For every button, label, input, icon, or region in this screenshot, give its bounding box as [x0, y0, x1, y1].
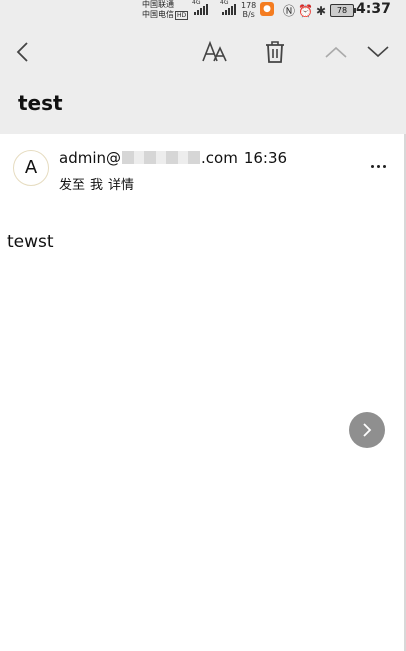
sender-header: A admin@ .com 16:36 发至我详情 [0, 134, 406, 202]
chevron-down-icon [367, 46, 389, 58]
nfc-icon: Ⓝ [283, 4, 299, 18]
carrier-2: 中国电信 [142, 10, 174, 19]
email-subject: test [18, 91, 63, 115]
toolbar [0, 22, 406, 84]
redacted-domain [122, 151, 200, 164]
trash-icon [266, 41, 284, 63]
email-body: tewst [7, 232, 54, 252]
font-size-button[interactable] [199, 36, 231, 68]
delete-button[interactable] [259, 36, 291, 68]
subject-bar: test [0, 84, 406, 134]
back-button[interactable] [7, 36, 39, 68]
recipient-line: 发至我详情 [59, 174, 134, 193]
chevron-right-icon [363, 423, 372, 437]
system-icons: Ⓝ⏰✱ [283, 2, 329, 19]
details-link[interactable]: 详情 [108, 178, 134, 193]
more-dot-icon [370, 164, 374, 168]
chevron-up-icon [325, 46, 347, 58]
carrier-1: 中国联通 [142, 0, 174, 9]
more-dot-icon [376, 164, 380, 168]
sent-time: 16:36 [243, 149, 288, 167]
network-1-label: 4G [192, 0, 201, 6]
font-size-icon [202, 40, 227, 62]
next-page-button[interactable] [349, 412, 385, 448]
speed-unit: B/s [242, 10, 255, 19]
avatar[interactable]: A [13, 150, 49, 186]
sender-line[interactable]: admin@ .com 16:36 [59, 149, 287, 167]
back-icon [16, 42, 28, 62]
recipient-label: 发至 [59, 178, 86, 193]
network-2-label: 4G [220, 0, 229, 6]
sender-address-suffix: .com [201, 149, 238, 167]
signal-1-icon: 4G [192, 0, 208, 15]
app-notification-icon: ● [260, 2, 274, 16]
recipient-name: 我 [90, 178, 104, 193]
status-time: 4:37 [356, 1, 391, 17]
hd-badge: HD [175, 11, 189, 20]
signal-2-icon: 4G [220, 0, 236, 15]
more-dot-icon [382, 164, 386, 168]
network-speed: 178 B/s [241, 1, 256, 19]
next-email-button[interactable] [362, 36, 394, 68]
alarm-icon: ⏰ [298, 4, 316, 18]
bluetooth-icon: ✱ [315, 4, 330, 18]
battery-icon: 78 [330, 4, 356, 17]
previous-email-button[interactable] [320, 36, 352, 68]
more-options-button[interactable] [364, 156, 392, 176]
status-bar: 中国联通 中国电信 HD 4G 4G 178 B/s ● Ⓝ⏰✱ 78 4:37 [0, 0, 406, 22]
carrier-info: 中国联通 中国电信 HD [142, 0, 189, 21]
speed-value: 178 [241, 1, 257, 10]
sender-address-prefix: admin@ [59, 149, 121, 167]
